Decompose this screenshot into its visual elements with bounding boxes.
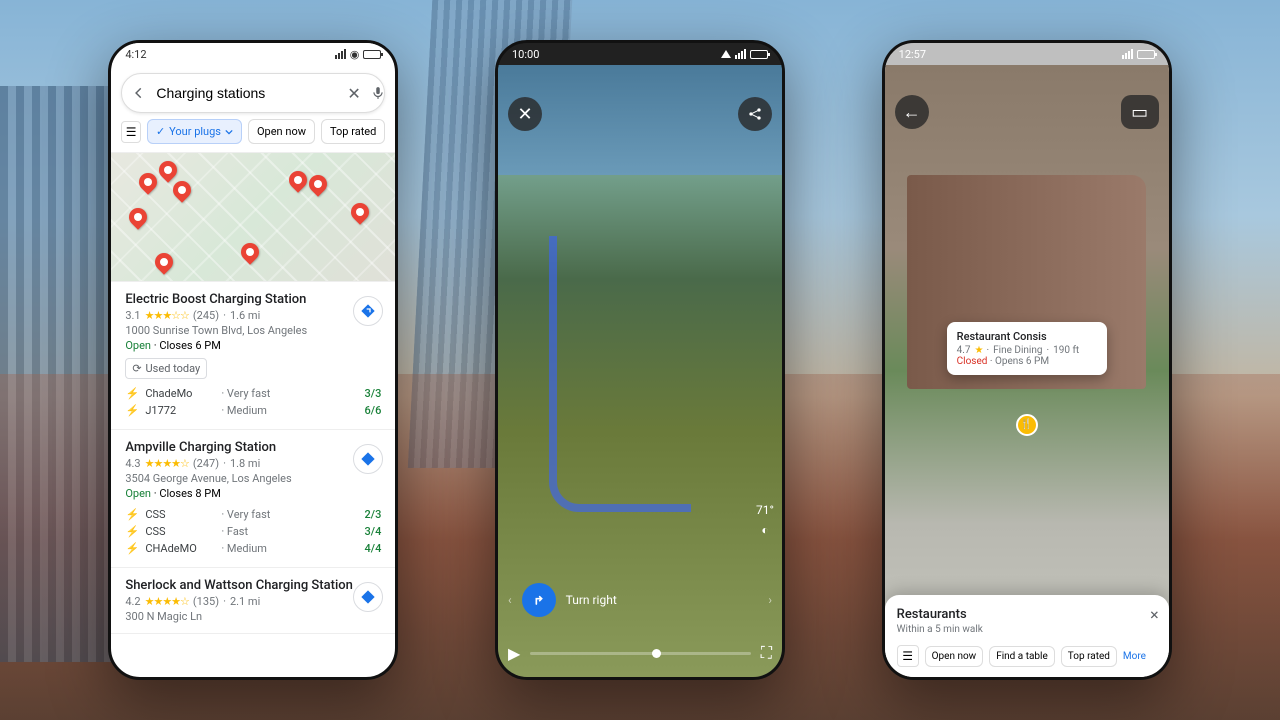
sheet-title: Restaurants [897, 607, 1157, 622]
immersive-view[interactable]: ✕ 71° ◐ ‹ Turn right › ▶ ⛶ [498, 65, 782, 677]
result-address: 1000 Sunrise Town Blvd, Los Angeles [125, 324, 381, 337]
result-title: Electric Boost Charging Station [125, 292, 381, 307]
sheet-subtitle: Within a 5 min walk [897, 624, 1157, 635]
chip-your-plugs[interactable]: ✓ Your plugs [147, 119, 242, 144]
clock: 4:12 [125, 48, 146, 61]
expand-icon[interactable]: ⛶ [761, 643, 772, 663]
status-bar: 10:00 [498, 43, 782, 65]
signal-icon [335, 49, 346, 59]
result-item[interactable]: Ampville Charging Station 4.3★★★★☆(247)·… [111, 430, 395, 568]
signal-icon [735, 49, 746, 59]
status-bar: 12:57 [885, 43, 1169, 65]
map-preview[interactable] [111, 152, 395, 282]
chip-find-table[interactable]: Find a table [989, 646, 1055, 667]
wifi-icon: ◉ [350, 48, 360, 61]
chip-open-now[interactable]: Open now [248, 119, 315, 144]
chip-top-rated[interactable]: Top rated [321, 119, 385, 144]
phone-live-view: 12:57 ← ▭ Restaurant Consis 4.7★·Fine Di… [882, 40, 1172, 680]
weather-indicator: 71° ◐ [756, 503, 774, 537]
turn-text: Turn right [566, 593, 617, 607]
search-input[interactable] [156, 85, 337, 101]
filter-tune-icon[interactable]: ☰ [121, 121, 141, 143]
filter-row: ☰ ✓ Your plugs Open now Top rated [111, 119, 395, 152]
clock: 10:00 [512, 48, 539, 61]
result-item[interactable]: Electric Boost Charging Station 3.1★★★☆☆… [111, 282, 395, 430]
status-icons: ◉ [335, 48, 382, 61]
chevron-right-icon[interactable]: › [768, 593, 772, 607]
connectors: ⚡ChadeMo· Very fast3/3 ⚡J1772· Medium6/6 [125, 385, 381, 419]
progress-bar[interactable] [530, 652, 750, 655]
result-title: Ampville Charging Station [125, 440, 381, 455]
mic-icon[interactable] [371, 84, 385, 102]
play-button[interactable]: ▶ [508, 644, 520, 663]
place-name: Restaurant Consis [957, 330, 1097, 343]
phone-charging-search: 4:12 ◉ ✕ ☰ ✓ Your plugs Open now Top rat… [108, 40, 398, 680]
results-list[interactable]: Electric Boost Charging Station 3.1★★★☆☆… [111, 282, 395, 677]
signal-icon [721, 50, 731, 58]
restaurant-marker-icon[interactable]: 🍴 [1016, 414, 1038, 436]
close-button[interactable]: ✕ [508, 97, 542, 131]
playback-row: ▶ ⛶ [508, 643, 772, 663]
chevron-left-icon[interactable]: ‹ [508, 593, 512, 607]
map-toggle-button[interactable]: ▭ [1121, 95, 1159, 129]
phone-immersive-nav: 10:00 ✕ 71° ◐ ‹ Turn right › ▶ ⛶ [495, 40, 785, 680]
chip-top-rated[interactable]: Top rated [1061, 646, 1117, 667]
close-icon[interactable]: × [1150, 605, 1159, 624]
live-ar-view[interactable]: ← ▭ Restaurant Consis 4.7★·Fine Dining·1… [885, 65, 1169, 677]
used-badge: ⟳ Used today [125, 358, 207, 379]
turn-right-icon [522, 583, 556, 617]
battery-icon [750, 50, 768, 59]
sheet-filters: ☰ Open now Find a table Top rated More [897, 645, 1157, 667]
turn-instruction: ‹ Turn right › [508, 583, 772, 617]
place-callout[interactable]: Restaurant Consis 4.7★·Fine Dining·190 f… [947, 322, 1107, 375]
back-icon[interactable] [132, 84, 146, 102]
clear-icon[interactable]: ✕ [347, 84, 360, 102]
chip-open-now[interactable]: Open now [925, 646, 984, 667]
result-hours: Open · Closes 6 PM [125, 339, 381, 352]
result-item[interactable]: Sherlock and Wattson Charging Station 4.… [111, 568, 395, 634]
clock: 12:57 [899, 48, 926, 61]
search-bar[interactable]: ✕ [121, 73, 385, 113]
result-title: Sherlock and Wattson Charging Station [125, 578, 381, 593]
battery-icon [363, 50, 381, 59]
share-button[interactable] [738, 97, 772, 131]
status-bar: 4:12 ◉ [111, 43, 395, 65]
chip-more[interactable]: More [1123, 651, 1146, 662]
route-path [549, 236, 691, 511]
result-meta: 3.1★★★☆☆(245)·1.6 mi [125, 309, 381, 322]
back-button[interactable]: ← [895, 95, 929, 129]
bottom-sheet[interactable]: × Restaurants Within a 5 min walk ☰ Open… [885, 595, 1169, 677]
filter-tune-icon[interactable]: ☰ [897, 645, 919, 667]
